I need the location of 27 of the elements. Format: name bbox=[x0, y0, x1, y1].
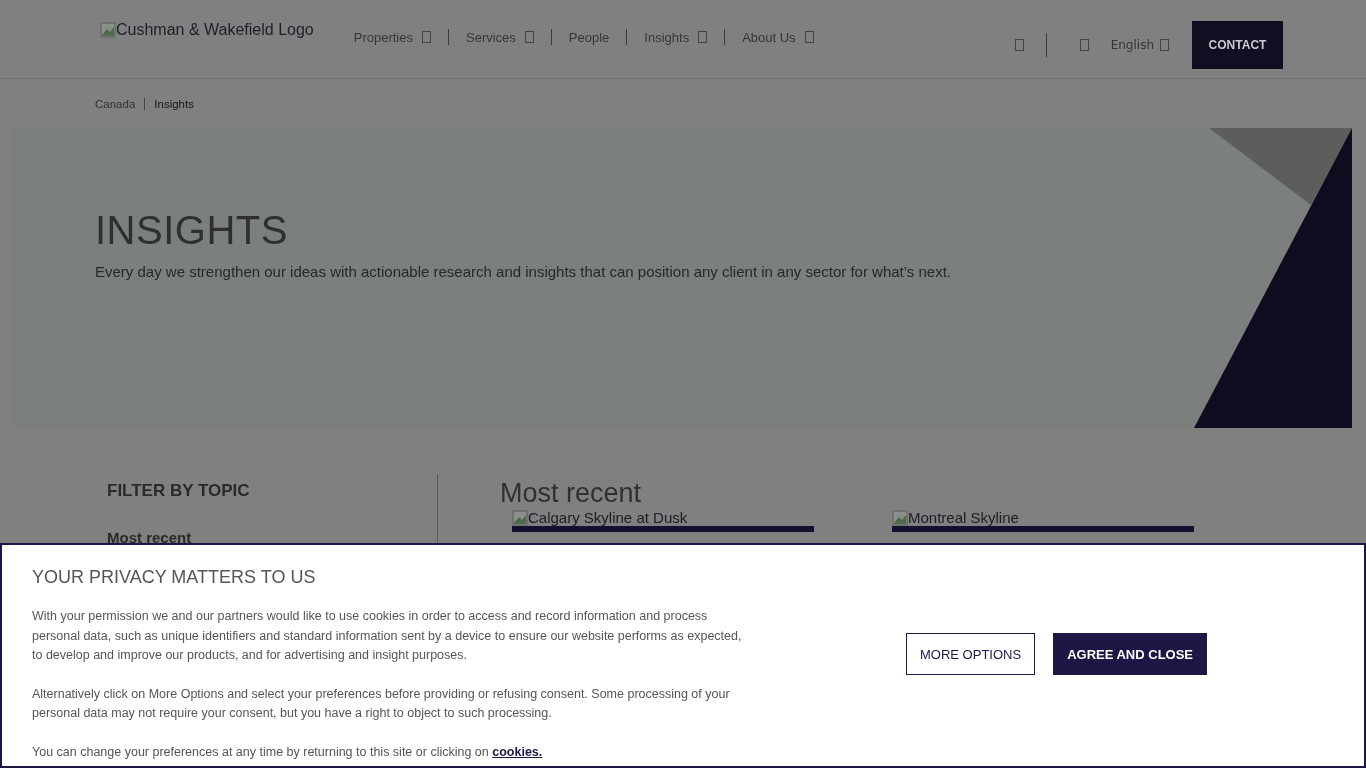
breadcrumb-link[interactable]: Canada bbox=[95, 97, 136, 110]
page-title: INSIGHTS bbox=[95, 208, 289, 253]
nav-link[interactable]: Properties bbox=[351, 29, 433, 45]
agree-button[interactable]: AGREE AND CLOSE bbox=[1053, 633, 1208, 675]
contact-button[interactable]: CONTACT bbox=[1192, 21, 1283, 69]
language-selector[interactable]: English bbox=[1110, 38, 1169, 52]
page-subtitle: Every day we strengthen our ideas with actionable research and insights that can position any client in any sector for what’s next. bbox=[95, 263, 953, 280]
nav-link[interactable]: Services bbox=[464, 29, 536, 45]
breadcrumb-link[interactable]: Insights bbox=[154, 97, 194, 110]
nav-link[interactable]: Insights bbox=[642, 29, 710, 45]
broken-image-icon bbox=[100, 22, 116, 38]
card-image-alt: Calgary Skyline at Dusk bbox=[512, 509, 814, 526]
banner-title: YOUR PRIVACY MATTERS TO US bbox=[32, 567, 317, 588]
broken-image-icon bbox=[892, 509, 908, 526]
options-button[interactable]: MORE OPTIONS bbox=[906, 633, 1036, 675]
filter-heading: FILTER BY TOPIC bbox=[107, 481, 251, 501]
filter-item[interactable]: Most recent bbox=[107, 529, 437, 546]
broken-image-icon bbox=[512, 509, 528, 526]
card-image-alt: Montreal Skyline bbox=[892, 509, 1194, 526]
nav-link[interactable]: People bbox=[566, 29, 612, 45]
cookies-link[interactable]: cookies. bbox=[492, 744, 543, 759]
banner-paragraph: With your permission we and our partners would like to use cookies in order to access and record information and process personal data, such as unique identifiers and standard information sent by a device to ensure our website performs as expected, to develop and improve our products, and for advertising and insight purposes. bbox=[32, 608, 742, 664]
nav-link[interactable]: About Us bbox=[740, 29, 816, 45]
logo-link[interactable]: Cushman & Wakefield Logo bbox=[100, 21, 314, 39]
banner-paragraph: You can change your preferences at any time by returning to this site or clicking on bbox=[32, 744, 489, 759]
section-heading: Most recent bbox=[500, 478, 643, 509]
banner-paragraph: Alternatively click on More Options and select your preferences before providing or refusing consent. Some processing of your personal data may not require your consent, but you have a right to object to such processing. bbox=[32, 685, 731, 722]
